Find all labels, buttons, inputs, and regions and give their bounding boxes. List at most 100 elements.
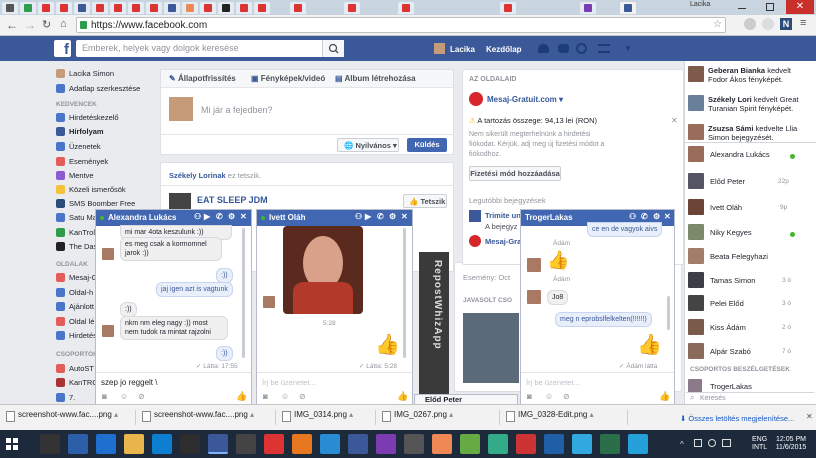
app-icon[interactable] — [600, 434, 620, 454]
browser-tab[interactable] — [218, 2, 234, 14]
home-icon[interactable]: ⌂ — [60, 18, 67, 30]
nav-ads-manager[interactable]: Hirdetéskezelő — [56, 113, 119, 122]
browser-tab[interactable] — [290, 2, 306, 14]
browser-tab[interactable] — [398, 2, 414, 14]
app-icon[interactable] — [180, 434, 200, 454]
messages-icon[interactable] — [558, 44, 569, 53]
star-icon[interactable]: ☆ — [713, 19, 722, 30]
phone-icon[interactable]: ✆ — [641, 212, 648, 221]
composer-input[interactable]: Mi jár a fejedben? — [201, 105, 273, 115]
recent-post[interactable]: Mesaj-Grat — [485, 237, 524, 246]
page-name[interactable]: Mesaj-Gratuit.com ▾ — [487, 95, 563, 104]
like-icon[interactable]: 👍 — [659, 391, 670, 402]
chat-header[interactable]: Alexandra Lukács ⚇ ▶ ✆ ⚙ ✕ — [96, 210, 251, 226]
facebook-icon[interactable] — [348, 434, 368, 454]
phone-icon[interactable]: ✆ — [216, 212, 223, 221]
like-icon[interactable]: 👍 — [397, 391, 408, 402]
nav-saved[interactable]: Mentve — [56, 171, 94, 180]
browser-tab[interactable] — [236, 2, 252, 14]
chat-input[interactable]: Írj be üzenetet... — [526, 378, 580, 387]
app-icon[interactable] — [628, 434, 648, 454]
nav-app[interactable]: SMS Boomber Free — [56, 199, 135, 208]
app-icon[interactable] — [460, 434, 480, 454]
gear-icon[interactable]: ⚙ — [653, 212, 660, 221]
nav-close-friends[interactable]: Közeli ismerősök — [56, 185, 126, 194]
nav-events[interactable]: Események — [56, 157, 108, 166]
friend-requests-icon[interactable] — [538, 44, 549, 53]
contact-item[interactable]: Kiss Ádám — [688, 319, 746, 335]
chat-header[interactable]: Ivett Oláh ⚇ ▶ ✆ ⚙ ✕ — [257, 210, 412, 226]
browser-tab[interactable] — [146, 2, 162, 14]
events-label[interactable]: Esemény: Oct — [463, 273, 510, 282]
download-item[interactable]: IMG_0328-Edit.png ▴ — [504, 410, 628, 425]
attach-icon[interactable]: ⊘ — [299, 392, 306, 401]
nav-app[interactable]: The Das — [56, 242, 97, 251]
show-all-downloads[interactable]: ⬇ Összes letöltés megjelenítése... — [680, 414, 794, 423]
app-icon[interactable] — [236, 434, 256, 454]
download-item[interactable]: IMG_0267.png ▴ — [380, 410, 500, 425]
chat-input[interactable]: szep jo reggelt \ — [101, 378, 157, 387]
contact-item[interactable]: Pelei Előd — [688, 295, 744, 311]
scrollbar[interactable] — [242, 228, 245, 358]
browser-tab[interactable] — [164, 2, 180, 14]
avatar[interactable] — [434, 43, 445, 54]
browser-tab[interactable] — [200, 2, 216, 14]
close-icon[interactable]: ✕ — [664, 212, 671, 221]
app-icon[interactable] — [404, 434, 424, 454]
contact-item[interactable]: Előd Peter — [688, 173, 745, 189]
nav-page[interactable]: Hirdetés — [56, 331, 97, 340]
browser-tab-active[interactable] — [620, 2, 636, 14]
close-icon[interactable]: ✕ — [401, 212, 408, 221]
contact-item[interactable]: Beata Felegyhazi — [688, 248, 768, 264]
volume-icon[interactable] — [708, 439, 716, 447]
app-icon[interactable] — [544, 434, 564, 454]
shared-photo[interactable] — [283, 226, 363, 314]
browser-tab[interactable] — [74, 2, 90, 14]
sidebar-search[interactable]: ⌕ Keresés — [686, 392, 814, 404]
video-call-icon[interactable]: ▶ — [365, 212, 371, 221]
extension-icon[interactable] — [762, 18, 774, 30]
settings-menu-icon[interactable] — [598, 44, 610, 53]
nav-edit-profile[interactable]: Adatlap szerkesztése — [56, 84, 140, 93]
browser-tab[interactable] — [110, 2, 126, 14]
like-page-button[interactable]: 👍 Tetszik — [403, 194, 447, 208]
ticker-item[interactable]: Zsuzsa Sámi kedvelte Llia Simon bejegyzé… — [688, 124, 804, 142]
group-chat-item[interactable]: TrogerLakas — [688, 379, 752, 393]
page-logo-icon[interactable] — [469, 92, 483, 106]
header-user[interactable]: Lacika — [450, 45, 475, 54]
vlc-icon[interactable] — [432, 434, 452, 454]
search-icon[interactable] — [40, 434, 60, 454]
language-indicator[interactable]: ENG INTL — [752, 436, 767, 452]
nav-group[interactable]: 7. — [56, 393, 75, 402]
start-icon[interactable] — [6, 438, 18, 450]
browser-tab[interactable] — [344, 2, 360, 14]
home-link[interactable]: Kezdőlap — [486, 45, 522, 54]
taskview-icon[interactable] — [68, 434, 88, 454]
contact-item[interactable]: Ivett Oláh — [688, 199, 742, 215]
camera-icon[interactable]: ◙ — [527, 392, 532, 401]
page-name[interactable]: EAT SLEEP JDM — [197, 195, 268, 205]
search-button[interactable] — [322, 40, 344, 57]
group-suggestion-image[interactable] — [463, 313, 519, 383]
browser-tab[interactable] — [580, 2, 596, 14]
nav-news-feed[interactable]: Hírfolyam — [56, 127, 104, 136]
browser-tab[interactable] — [92, 2, 108, 14]
browser-tab[interactable] — [2, 2, 18, 14]
nav-page[interactable]: Oldal lé — [56, 317, 94, 326]
skype-icon[interactable] — [572, 434, 592, 454]
contact-item[interactable]: Tamas Simon — [688, 272, 755, 288]
firefox-icon[interactable] — [292, 434, 312, 454]
tab-status[interactable]: ✎ Állapotfrissítés — [169, 74, 236, 83]
menu-icon[interactable]: ≡ — [800, 17, 806, 29]
like-icon[interactable]: 👍 — [236, 391, 247, 402]
browser-tab[interactable] — [500, 2, 516, 14]
nav-page[interactable]: Ajánlott — [56, 302, 94, 311]
close-icon[interactable]: ✕ — [240, 212, 247, 221]
notifications-icon[interactable] — [576, 43, 587, 54]
chevron-down-icon[interactable]: ▼ — [624, 44, 632, 53]
address-bar[interactable]: https://www.facebook.com ☆ — [76, 17, 726, 33]
forward-icon[interactable]: → — [24, 18, 36, 32]
recent-post[interactable]: Trimite un — [485, 211, 521, 220]
camera-icon[interactable]: ◙ — [102, 392, 107, 401]
app-icon[interactable] — [488, 434, 508, 454]
